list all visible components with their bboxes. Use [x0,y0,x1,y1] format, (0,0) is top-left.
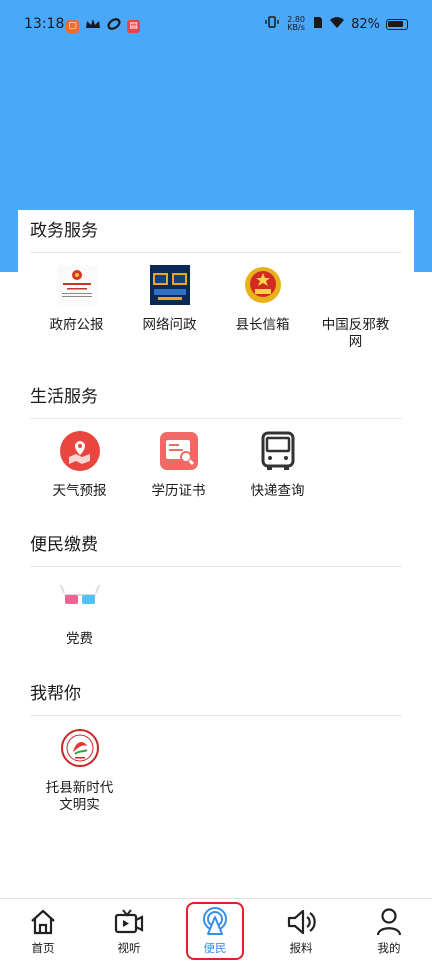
service-anti-cult[interactable]: 中国反邪教网 [309,253,402,351]
battery-icon [386,18,408,30]
service-label: 托县新时代文明实 [45,780,114,813]
speaker-icon [287,909,316,935]
news-app-icon: ▤ [127,19,140,33]
status-bar: 13:18 ▢ ▤ 2.80 KB/s 82% [0,0,432,52]
section-title: 我帮你 [30,673,402,716]
services-card: 政务服务 政府公报 网络问政 县长信箱 中国反邪教网 生活服务 天气预报 学历证… [18,210,414,900]
glasses-icon [59,579,100,619]
sim-icon [313,16,323,33]
service-label: 党费 [66,631,93,647]
notification-icons: ▢ ▤ [66,17,140,35]
active-tab-highlight [186,902,244,960]
link-icon [107,17,121,35]
civilization-badge-icon [60,728,100,768]
online-inquiry-icon [149,265,190,305]
service-label: 天气预报 [52,483,107,499]
tab-mine[interactable]: 我的 [346,899,432,964]
service-county-mailbox[interactable]: 县长信箱 [216,253,309,351]
tab-video[interactable]: 视听 [86,899,172,964]
blank-icon [336,265,376,305]
service-express-query[interactable]: 快递查询 [228,419,327,500]
service-weather[interactable]: 天气预报 [30,419,129,500]
wifi-icon [329,16,345,33]
speed-unit: KB/s [287,23,305,32]
section-title: 政务服务 [30,210,402,253]
service-party-fee[interactable]: 党费 [30,567,129,648]
service-certificate[interactable]: 学历证书 [129,419,228,500]
home-icon [31,909,55,935]
section-help-you: 我帮你 托县新时代文明实 [30,673,402,814]
service-gov-gazette[interactable]: 政府公报 [30,253,123,351]
service-label: 政府公报 [49,317,104,333]
user-icon [376,908,402,936]
service-online-inquiry[interactable]: 网络问政 [123,253,216,351]
app-notification-icon: ▢ [66,19,79,33]
tab-label: 首页 [31,941,55,955]
vibrate-icon [265,15,279,33]
section-life-services: 生活服务 天气预报 学历证书 快递查询 [30,376,402,500]
tab-label: 报料 [289,941,313,955]
bus-icon [258,431,298,471]
status-time: 13:18 [24,16,65,32]
service-label: 中国反邪教网 [321,317,390,350]
battery-percent: 82% [351,16,380,32]
national-emblem-icon [242,265,283,305]
section-gov-services: 政务服务 政府公报 网络问政 县长信箱 中国反邪教网 [30,210,402,351]
service-label: 学历证书 [151,483,206,499]
tab-report[interactable]: 报料 [258,899,344,964]
weather-map-icon [59,431,100,471]
section-title: 便民缴费 [30,524,402,567]
tab-home[interactable]: 首页 [0,899,86,964]
section-convenient-payment: 便民缴费 党费 [30,524,402,648]
gazette-icon [56,265,97,305]
service-label: 网络问政 [142,317,197,333]
video-icon [114,909,144,934]
service-civilization[interactable]: 托县新时代文明实 [30,716,129,814]
tab-label: 视听 [117,941,141,955]
service-label: 快递查询 [250,483,305,499]
network-speed: 2.80 KB/s [285,16,307,32]
tab-label: 我的 [377,941,401,955]
crown-icon [85,18,101,34]
certificate-search-icon [159,431,199,471]
section-title: 生活服务 [30,376,402,419]
service-label: 县长信箱 [235,317,290,333]
